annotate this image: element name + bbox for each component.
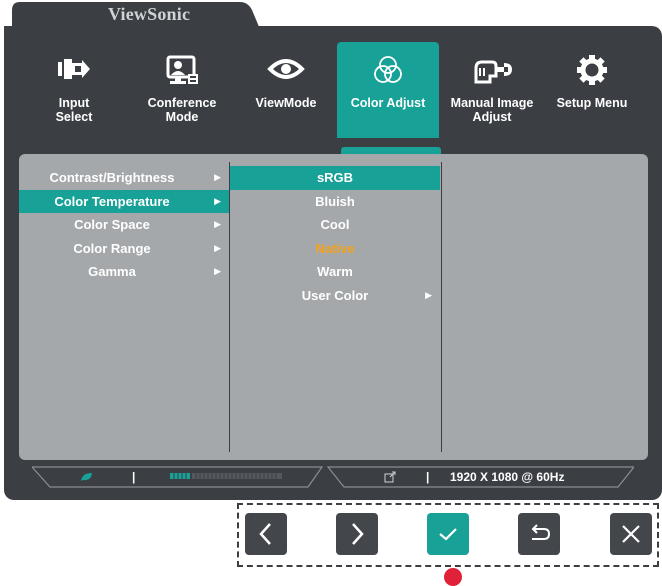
submenu-arrow-icon: ▶ xyxy=(214,266,221,276)
input-select-icon xyxy=(23,54,125,84)
brand-logo-text: ViewSonic xyxy=(108,4,191,24)
submenu-item-label: Contrast/Brightness xyxy=(49,170,175,185)
confirm-button[interactable] xyxy=(427,513,469,555)
tab-setup-menu-label: Setup Menu xyxy=(556,96,628,110)
submenu-item-color-temperature[interactable]: Color Temperature ▶ xyxy=(19,189,229,213)
tab-input-select[interactable]: Input Select xyxy=(23,42,125,138)
chevron-left-icon xyxy=(259,523,271,545)
option-label: Native xyxy=(315,240,355,256)
status-bar: | | 1920 X 1080 @ 60Hz xyxy=(32,466,634,488)
main-menu-bar: Input Select Conference Mode ViewMode Co… xyxy=(4,26,662,151)
submenu-arrow-icon: ▶ xyxy=(214,172,221,182)
submenu-arrow-icon: ▶ xyxy=(214,242,221,253)
submenu-arrow-icon: ▶ xyxy=(425,289,432,300)
option-user-color[interactable]: User Color ▶ xyxy=(230,284,440,308)
color-circles-icon xyxy=(337,54,439,84)
hand-wrench-icon xyxy=(441,54,543,84)
option-srgb[interactable]: sRGB xyxy=(230,166,440,190)
submenu-item-label: Color Temperature xyxy=(54,193,170,209)
tab-manual-image-adjust[interactable]: Manual Image Adjust xyxy=(441,42,543,138)
tab-color-adjust[interactable]: Color Adjust xyxy=(337,42,439,138)
content-panel: Contrast/Brightness ▶ Color Temperature … xyxy=(19,154,648,460)
close-icon xyxy=(622,525,640,543)
option-label: User Color xyxy=(301,287,369,303)
tab-conference-mode[interactable]: Conference Mode xyxy=(131,42,233,138)
checkmark-icon xyxy=(439,528,457,541)
option-native[interactable]: Native xyxy=(230,237,440,261)
tab-manual-image-adjust-label: Manual Image Adjust xyxy=(450,96,534,124)
status-separator: | xyxy=(132,470,136,484)
column-divider xyxy=(441,162,442,452)
submenu-arrow-icon: ▶ xyxy=(214,219,221,229)
option-cool[interactable]: Cool xyxy=(230,213,440,237)
options-list: sRGB Bluish Cool Native Warm User Color … xyxy=(230,166,440,307)
submenu-item-color-range[interactable]: Color Range ▶ xyxy=(19,237,229,261)
option-label: sRGB xyxy=(316,170,354,185)
osd-window: Input Select Conference Mode ViewMode Co… xyxy=(4,26,662,500)
tab-viewmode[interactable]: ViewMode xyxy=(235,42,337,138)
return-icon xyxy=(531,524,551,540)
submenu-item-label: Color Space xyxy=(74,217,150,232)
tab-conference-mode-label: Conference Mode xyxy=(147,96,217,124)
close-button[interactable] xyxy=(610,513,652,555)
status-separator: | xyxy=(426,470,430,484)
option-label: Warm xyxy=(317,264,353,279)
right-button[interactable] xyxy=(336,513,378,555)
option-warm[interactable]: Warm xyxy=(230,260,440,284)
indicator-dot xyxy=(444,568,462,586)
tab-viewmode-label: ViewMode xyxy=(255,96,317,110)
option-label: Cool xyxy=(320,217,350,232)
eye-icon xyxy=(235,54,337,84)
submenu-item-contrast-brightness[interactable]: Contrast/Brightness ▶ xyxy=(19,166,229,190)
tab-color-adjust-label: Color Adjust xyxy=(350,96,426,110)
resolution-readout: 1920 X 1080 @ 60Hz xyxy=(450,470,565,484)
conference-icon xyxy=(131,54,233,84)
option-bluish[interactable]: Bluish xyxy=(230,190,440,214)
submenu-item-gamma[interactable]: Gamma ▶ xyxy=(19,260,229,284)
left-button[interactable] xyxy=(245,513,287,555)
submenu-item-color-space[interactable]: Color Space ▶ xyxy=(19,213,229,237)
submenu-arrow-icon: ▶ xyxy=(214,195,221,206)
tab-setup-menu[interactable]: Setup Menu xyxy=(541,42,643,138)
option-label: Bluish xyxy=(315,193,355,209)
chevron-right-icon xyxy=(352,523,364,545)
submenu-item-label: Color Range xyxy=(73,240,151,256)
gear-icon xyxy=(541,54,643,85)
submenu-list: Contrast/Brightness ▶ Color Temperature … xyxy=(19,166,229,284)
return-button[interactable] xyxy=(518,513,560,555)
tab-input-select-label: Input Select xyxy=(55,96,93,124)
submenu-item-label: Gamma xyxy=(88,264,136,279)
